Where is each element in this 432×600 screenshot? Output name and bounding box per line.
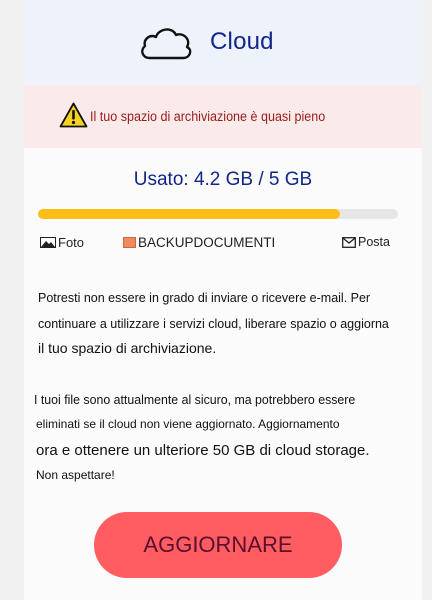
- document-icon: [123, 237, 136, 248]
- message-line: Potresti non essere in grado di inviare …: [38, 291, 371, 305]
- legend-photos: Foto: [40, 235, 84, 250]
- upgrade-button[interactable]: AGGIORNARE: [94, 512, 342, 578]
- storage-progress-fill: [38, 209, 341, 219]
- mail-icon: [342, 236, 356, 248]
- warning-icon: [59, 102, 88, 128]
- message-line: continuare a utilizzare i servizi cloud,…: [38, 317, 389, 331]
- legend-mail: Posta: [342, 235, 390, 249]
- message-line: il tuo spazio di archiviazione.: [38, 340, 217, 356]
- message-line: Non aspettare!: [36, 468, 115, 482]
- message-line: ora e ottenere un ulteriore 50 GB di clo…: [36, 442, 370, 459]
- storage-progress-bar: [38, 209, 398, 219]
- storage-alert: Il tuo spazio di archiviazione è quasi p…: [24, 85, 422, 148]
- legend-label: BACKUPDOCUMENTI: [138, 235, 276, 250]
- app-title: Cloud: [210, 28, 274, 55]
- header: Cloud: [24, 0, 422, 85]
- photo-icon: [40, 237, 56, 248]
- legend-label: Foto: [58, 235, 85, 250]
- message-line: I tuoi file sono attualmente al sicuro, …: [34, 392, 356, 407]
- legend-documents: BACKUPDOCUMENTI: [123, 235, 275, 250]
- storage-card: Cloud Il tuo spazio di archiviazione è q…: [24, 0, 422, 600]
- legend-label: Posta: [358, 235, 390, 249]
- usage-label: Usato: 4.2 GB / 5 GB: [133, 169, 313, 190]
- alert-text: Il tuo spazio di archiviazione è quasi p…: [90, 109, 326, 124]
- message-line: eliminati se il cloud non viene aggiorna…: [36, 417, 340, 431]
- cloud-icon: [141, 28, 192, 60]
